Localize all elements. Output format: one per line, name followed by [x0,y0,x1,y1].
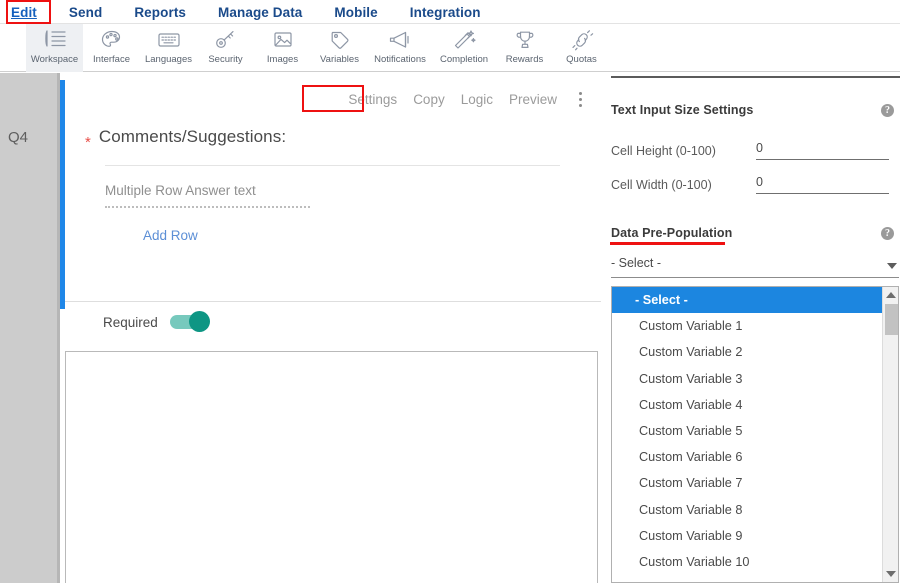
ribbon-item-rewards[interactable]: Rewards [496,24,553,72]
top-menu-item-manage-data[interactable]: Manage Data [218,5,302,20]
scroll-down-arrow-icon[interactable] [886,571,896,577]
question-title-divider [105,165,560,166]
ribbon-item-label: Variables [320,54,359,65]
data-prepopulation-title: Data Pre-Population [611,226,733,240]
dropdown-option[interactable]: Custom Variable 7 [612,470,883,496]
data-prepopulation-underline-annotation [610,242,725,245]
tab-copy[interactable]: Copy [413,92,445,107]
ribbon-item-label: Rewards [505,54,544,65]
image-icon [271,27,295,53]
tab-logic[interactable]: Logic [461,92,493,107]
top-menu-item-integration[interactable]: Integration [410,5,481,20]
data-prepopulation-select[interactable]: - Select - [611,254,899,278]
required-toggle[interactable] [169,311,210,332]
dropdown-option[interactable]: Custom Variable 3 [612,366,883,392]
more-options-icon[interactable] [573,89,587,109]
ribbon-item-workspace[interactable]: Workspace [26,24,83,72]
scroll-up-arrow-icon[interactable] [886,292,896,298]
top-menu-item-reports[interactable]: Reports [134,5,186,20]
answer-row-dotted-line [105,206,310,208]
tag-icon [328,27,352,53]
question-card: * Comments/Suggestions: Multiple Row Ans… [65,115,601,302]
ribbon-item-interface[interactable]: Interface [83,24,140,72]
dropdown-option[interactable]: Custom Variable 4 [612,392,883,418]
dropdown-option[interactable]: Custom Variable 10 [612,549,883,575]
left-question-rail: Q4 [0,73,60,583]
ribbon-item-label: Interface [93,54,130,65]
scrollbar-thumb[interactable] [885,304,898,335]
link-chain-icon [570,27,594,53]
dropdown-option[interactable]: Custom Variable 8 [612,497,883,523]
data-prepopulation-dropdown-list[interactable]: - Select - Custom Variable 1 Custom Variab… [611,286,899,583]
palette-icon [100,27,124,53]
ribbon-item-label: Completion [439,54,489,65]
required-row: Required [65,302,601,342]
dropdown-option[interactable]: Custom Variable 6 [612,444,883,470]
dropdown-option[interactable]: - Select - [612,287,883,314]
text-input-size-settings-title: Text Input Size Settings [611,103,754,117]
ribbon-item-security[interactable]: Security [197,24,254,72]
key-icon [214,27,238,53]
dropdown-option[interactable]: Custom Variable 5 [612,418,883,444]
ribbon-item-label: Security [208,54,243,65]
ribbon-item-languages[interactable]: Languages [140,24,197,72]
ribbon-item-variables[interactable]: Variables [311,24,368,72]
ribbon-item-label: Languages [144,54,193,65]
ribbon-toolbar: Workspace Interface Languages Security Image… [0,24,900,72]
tab-preview[interactable]: Preview [509,92,557,107]
text-input-size-help-icon[interactable]: ? [881,104,894,117]
cell-height-input[interactable]: 0 [756,141,889,160]
question-title[interactable]: Comments/Suggestions: [99,127,286,147]
ribbon-item-label: Notifications [374,54,426,65]
keyboard-icon [156,27,182,53]
ribbon-item-label: Workspace [30,54,79,65]
tab-settings[interactable]: Settings [348,92,397,107]
data-prepopulation-selected-value: - Select - [611,256,662,270]
dropdown-scrollbar[interactable] [882,287,898,582]
add-row-button[interactable]: Add Row [143,228,198,243]
data-prepopulation-help-icon[interactable]: ? [881,227,894,240]
ribbon-item-label: Images [266,54,299,65]
chevron-down-icon [887,263,897,269]
ribbon-item-completion[interactable]: Completion [432,24,496,72]
ribbon-item-notifications[interactable]: Notifications [368,24,432,72]
question-tabs: Settings Copy Logic Preview [65,85,601,113]
top-menu-item-send[interactable]: Send [69,5,102,20]
cell-width-label: Cell Width (0-100) [611,178,712,192]
right-settings-panel: Text Input Size Settings ? Cell Height (… [601,73,900,583]
answer-placeholder-text[interactable]: Multiple Row Answer text [105,183,256,198]
trophy-icon [513,27,537,53]
panel-top-divider [611,76,900,78]
dropdown-option[interactable]: Custom Variable 9 [612,523,883,549]
required-label: Required [103,314,158,330]
top-menu-bar: Edit Send Reports Manage Data Mobile Integrat… [0,0,900,24]
toggle-knob [188,311,210,332]
question-body-panel [65,351,598,583]
app-root: Edit Send Reports Manage Data Mobile Integrat… [0,0,900,583]
workspace-icon [43,27,67,53]
dropdown-option[interactable]: Custom Variable 1 [612,313,883,339]
question-number-label: Q4 [8,129,29,146]
cell-height-label: Cell Height (0-100) [611,144,716,158]
magic-wand-icon [452,27,476,53]
cell-width-input[interactable]: 0 [756,175,889,194]
top-menu-item-edit[interactable]: Edit [11,5,37,20]
dropdown-option[interactable]: Custom Variable 2 [612,339,883,365]
ribbon-item-label: Quotas [566,54,597,65]
center-pane: Settings Copy Logic Preview * Comments/Sugg… [65,73,601,583]
megaphone-icon [387,27,413,53]
top-menu-item-mobile[interactable]: Mobile [334,5,377,20]
ribbon-item-quotas[interactable]: Quotas [553,24,610,72]
ribbon-item-images[interactable]: Images [254,24,311,72]
required-asterisk-icon: * [85,134,91,151]
